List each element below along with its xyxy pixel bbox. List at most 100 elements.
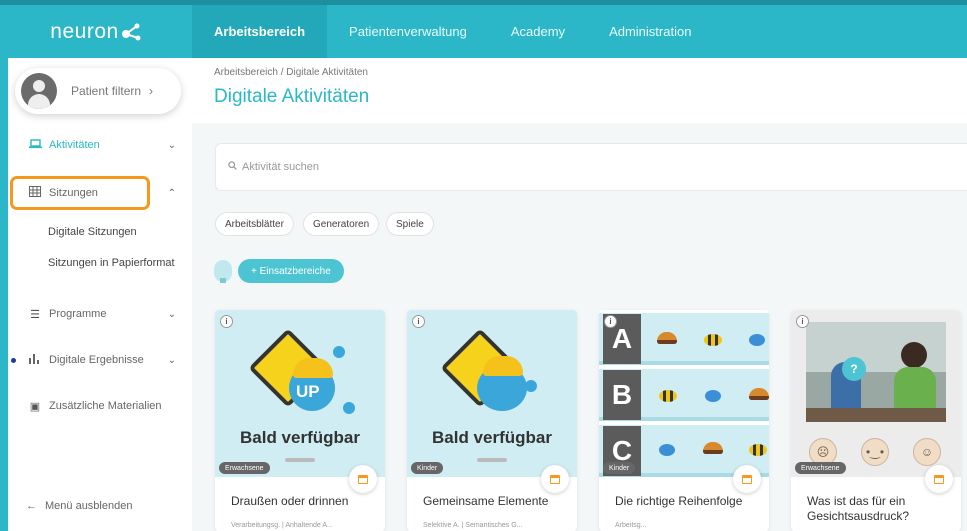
calendar-button[interactable]	[541, 465, 569, 493]
calendar-icon	[934, 474, 944, 484]
filter-generatoren[interactable]: Generatoren	[303, 212, 380, 236]
search-icon	[228, 161, 237, 173]
calendar-button[interactable]	[349, 465, 377, 493]
info-icon[interactable]: i	[412, 315, 425, 328]
logo-text: neuron	[50, 19, 119, 43]
bee-icon	[704, 334, 722, 346]
search-placeholder: Aktivität suchen	[242, 161, 320, 173]
list-icon: ☰	[30, 308, 40, 321]
sidebar-item-programme[interactable]: ☰ Programme ⌄	[8, 302, 192, 326]
up-logo-text: UP	[296, 382, 320, 401]
sidebar-item-label: Digitale Ergebnisse	[49, 354, 144, 366]
photo-table	[806, 408, 946, 422]
lightbulb-icon	[214, 260, 232, 283]
chevron-up-icon: ⌃	[167, 187, 176, 199]
sidebar-item-aktivitaeten[interactable]: Aktivitäten ⌄	[8, 133, 192, 157]
patient-filter-label: Patient filtern	[71, 84, 142, 98]
sidebar-item-label: Aktivitäten	[49, 139, 100, 151]
left-edge-strip	[0, 58, 8, 531]
arrow-left-icon: ←	[26, 500, 37, 512]
age-tag: Erwachsene	[219, 462, 270, 474]
filter-arbeitsblaetter[interactable]: Arbeitsblätter	[215, 212, 294, 236]
card-title: Was ist das für ein Gesichtsausdruck?	[807, 494, 910, 523]
nav-patientenverwaltung[interactable]: Patientenverwaltung	[327, 5, 489, 58]
sidebar-subitem-digitale-sitzungen[interactable]: Digitale Sitzungen	[48, 226, 137, 238]
card-image: UP Bald verfügbar	[215, 310, 385, 477]
search-input[interactable]: Aktivität suchen	[215, 143, 967, 191]
bee-icon	[749, 444, 767, 456]
helmet-icon	[483, 356, 523, 376]
card-subtitle: Arbeitsg...	[615, 522, 647, 529]
row-letter: B	[603, 370, 641, 420]
sidebar-item-label: Programme	[49, 308, 107, 320]
avatar	[21, 73, 57, 109]
question-bubble: ?	[842, 357, 866, 381]
page-title: Digitale Aktivitäten	[214, 86, 370, 107]
sidebar: Patient filtern › Aktivitäten ⌄ Sitzunge…	[8, 58, 192, 531]
bar-chart-icon	[28, 353, 42, 367]
logo-mark-icon	[120, 21, 142, 43]
calendar-button[interactable]	[925, 465, 953, 493]
coming-soon-label: Bald verfügbar	[240, 428, 360, 447]
sidebar-item-materialien[interactable]: ▣ Zusätzliche Materialien	[8, 394, 192, 418]
activity-card[interactable]: UP Bald verfügbar i Erwachsene Draußen o…	[215, 310, 385, 531]
main-nav: Arbeitsbereich Patientenverwaltung Acade…	[192, 5, 713, 58]
box-icon: ▣	[29, 400, 41, 413]
breadcrumb[interactable]: Arbeitsbereich / Digitale Aktivitäten	[214, 67, 368, 78]
sidebar-item-label: Zusätzliche Materialien	[49, 400, 162, 412]
calendar-icon	[358, 474, 368, 484]
mascot-arm	[333, 346, 345, 358]
coming-soon-label: Bald verfügbar	[432, 428, 552, 447]
card-subtitle: Verarbeitungsg. | Anhaltende A...	[231, 522, 333, 529]
page-header: Arbeitsbereich / Digitale Aktivitäten Di…	[192, 58, 967, 123]
collapse-menu-label: Menü ausblenden	[45, 500, 133, 512]
wrench-icon	[477, 458, 507, 462]
mascot-leg	[343, 402, 355, 414]
nav-administration[interactable]: Administration	[587, 5, 713, 58]
card-title: Gemeinsame Elemente	[423, 494, 549, 508]
happy-face-icon: ☺	[913, 438, 941, 466]
chevron-down-icon: ⌄	[167, 354, 176, 366]
bird-icon	[659, 444, 675, 456]
info-icon[interactable]: i	[604, 315, 617, 328]
calendar-icon	[550, 474, 560, 484]
age-tag: Kinder	[411, 462, 444, 474]
helmet-icon	[293, 358, 333, 378]
bird-icon	[749, 334, 765, 346]
nav-arbeitsbereich[interactable]: Arbeitsbereich	[192, 5, 328, 58]
info-icon[interactable]: i	[220, 315, 233, 328]
bird-icon	[705, 390, 721, 402]
burger-icon	[657, 332, 677, 344]
neuron-logo[interactable]: neuron	[0, 5, 192, 58]
calendar-button[interactable]	[733, 465, 761, 493]
bee-icon	[659, 390, 677, 402]
chevron-right-icon: ›	[149, 84, 154, 98]
laptop-icon	[28, 138, 42, 152]
activity-card[interactable]: A B C i Kinder Die richtige Reihenfolge …	[599, 310, 769, 531]
einsatzbereiche-button[interactable]: + Einsatzbereiche	[238, 259, 344, 283]
nav-academy[interactable]: Academy	[489, 5, 587, 58]
sidebar-subitem-papierformat[interactable]: Sitzungen in Papierformat	[48, 257, 175, 269]
card-image: ? ☹ •‿• ☺	[791, 310, 961, 477]
activity-card[interactable]: ? ☹ •‿• ☺ i Erwachsene Was ist das für e…	[791, 310, 961, 531]
photo-woman-head	[901, 342, 927, 368]
filter-spiele[interactable]: Spiele	[386, 212, 434, 236]
patient-filter-button[interactable]: Patient filtern ›	[15, 68, 181, 114]
sidebar-item-digitale-ergebnisse[interactable]: Digitale Ergebnisse ⌄	[8, 348, 192, 372]
card-image: A B C	[599, 310, 769, 477]
burger-icon	[703, 442, 723, 454]
photo-image: ?	[806, 322, 946, 422]
highlight-frame	[10, 176, 150, 210]
calendar-icon	[742, 474, 752, 484]
chevron-down-icon: ⌄	[167, 308, 176, 320]
info-icon[interactable]: i	[796, 315, 809, 328]
top-bar: neuron Arbeitsbereich Patientenverwaltun…	[0, 0, 967, 58]
activity-card[interactable]: Bald verfügbar i Kinder Gemeinsame Eleme…	[407, 310, 577, 531]
collapse-menu-button[interactable]: ← Menü ausblenden	[26, 500, 132, 512]
photo-background	[806, 322, 946, 372]
card-title: Die richtige Reihenfolge	[615, 494, 743, 508]
mascot-arm	[525, 380, 537, 392]
card-image: Bald verfügbar	[407, 310, 577, 477]
chevron-down-icon: ⌄	[167, 139, 176, 151]
wrench-icon	[285, 458, 315, 462]
